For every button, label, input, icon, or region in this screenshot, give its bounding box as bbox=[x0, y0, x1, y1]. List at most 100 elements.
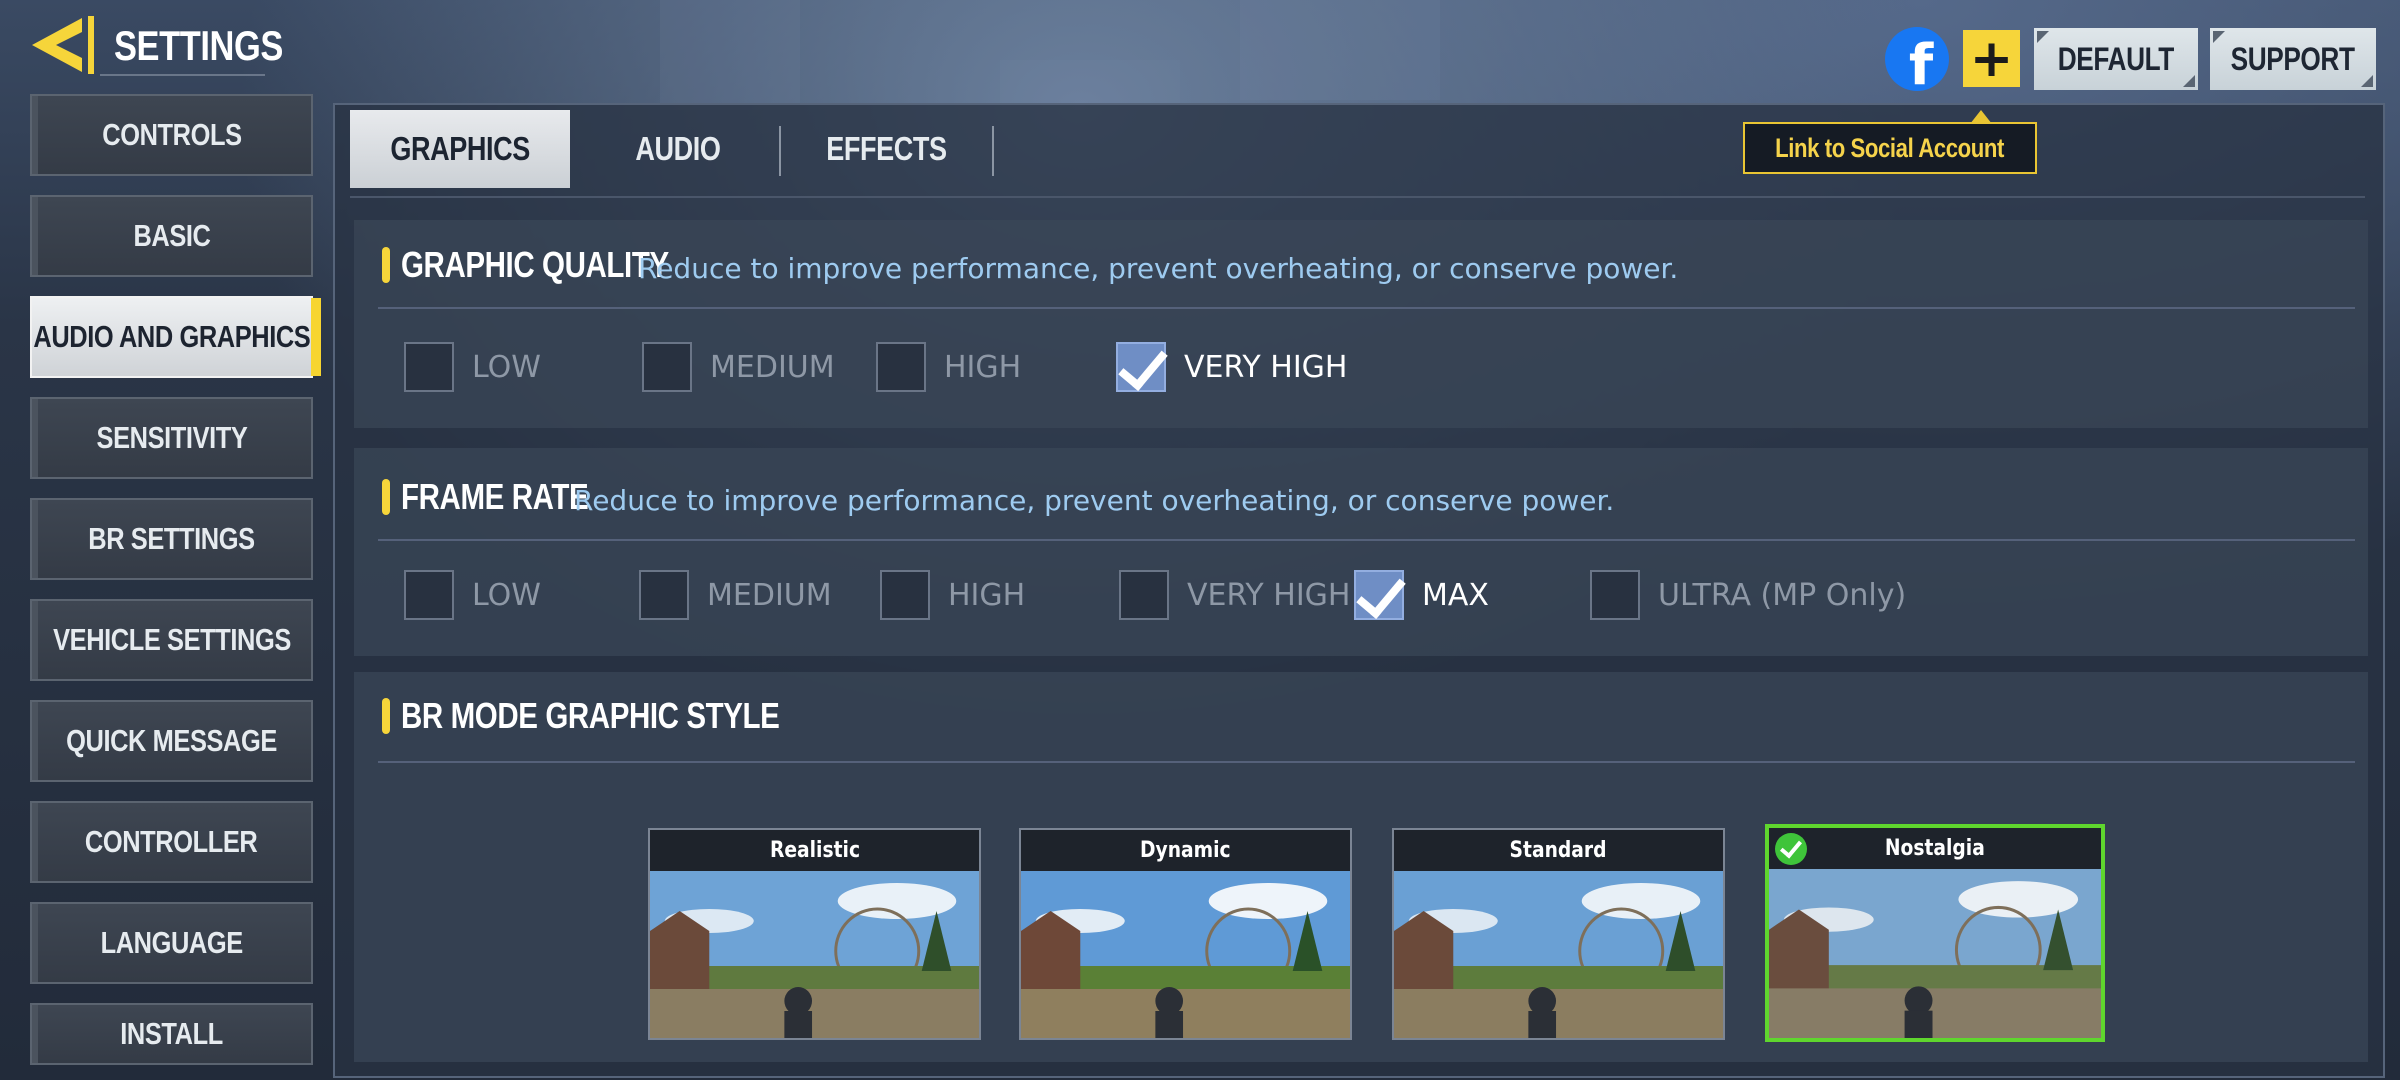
sidebar-item-vehicle-settings[interactable]: VEHICLE SETTINGS bbox=[30, 599, 313, 681]
card-label: Dynamic bbox=[1140, 838, 1231, 863]
style-card-realistic[interactable]: Realistic bbox=[648, 828, 981, 1040]
selected-check-icon bbox=[1775, 833, 1807, 865]
sidebar-item-sensitivity[interactable]: SENSITIVITY bbox=[30, 397, 313, 479]
card-header: Nostalgia bbox=[1769, 828, 2101, 869]
option-label: MEDIUM bbox=[710, 349, 835, 385]
sidebar-item-label: CONTROLLER bbox=[85, 824, 258, 859]
default-button[interactable]: DEFAULT bbox=[2034, 28, 2198, 90]
back-button[interactable] bbox=[26, 14, 96, 76]
sidebar-item-install[interactable]: INSTALL bbox=[30, 1003, 313, 1065]
frame-rate-medium-option[interactable]: MEDIUM bbox=[639, 570, 832, 620]
option-label: MAX bbox=[1422, 577, 1489, 613]
graphic-quality-low-option[interactable]: LOW bbox=[404, 342, 541, 392]
frame-rate-section: FRAME RATE Reduce to improve performance… bbox=[354, 448, 2368, 656]
sidebar-item-label: CONTROLS bbox=[101, 117, 242, 152]
support-button[interactable]: SUPPORT bbox=[2210, 28, 2376, 90]
sidebar-item-basic[interactable]: BASIC bbox=[30, 195, 313, 277]
tab-audio[interactable]: AUDIO bbox=[578, 110, 778, 188]
option-label: VERY HIGH bbox=[1187, 577, 1351, 613]
tab-divider bbox=[779, 126, 781, 176]
option-label: LOW bbox=[472, 577, 541, 613]
option-label: ULTRA (MP Only) bbox=[1658, 577, 1907, 613]
tab-label: GRAPHICS bbox=[390, 130, 530, 167]
section-description: Reduce to improve performance, prevent o… bbox=[574, 484, 1615, 517]
sidebar-item-controls[interactable]: CONTROLS bbox=[30, 94, 313, 176]
style-preview-image bbox=[1769, 869, 2101, 1038]
frame-rate-ultra-option[interactable]: ULTRA (MP Only) bbox=[1590, 570, 1906, 620]
back-arrow-icon bbox=[32, 16, 94, 74]
sidebar-item-audio-and-graphics[interactable]: AUDIO AND GRAPHICS bbox=[30, 296, 321, 378]
checkbox[interactable] bbox=[404, 342, 454, 392]
default-button-label: DEFAULT bbox=[2057, 40, 2175, 77]
page-title: SETTINGS bbox=[114, 22, 283, 69]
frame-rate-high-option[interactable]: HIGH bbox=[880, 570, 1025, 620]
style-preview-image bbox=[1394, 871, 1723, 1038]
style-preview-image bbox=[650, 871, 979, 1038]
card-label: Realistic bbox=[769, 838, 860, 863]
plus-icon: + bbox=[1969, 28, 2014, 89]
checkbox-checked[interactable] bbox=[1116, 342, 1166, 392]
section-divider bbox=[378, 307, 2355, 309]
tab-divider bbox=[992, 126, 994, 176]
tab-graphics[interactable]: GRAPHICS bbox=[350, 110, 570, 188]
sidebar-item-label: AUDIO AND GRAPHICS bbox=[33, 319, 310, 354]
sidebar-item-label: BR SETTINGS bbox=[88, 521, 255, 556]
frame-rate-low-option[interactable]: LOW bbox=[404, 570, 541, 620]
style-card-standard[interactable]: Standard bbox=[1392, 828, 1725, 1040]
option-label: HIGH bbox=[944, 349, 1022, 385]
option-label: MEDIUM bbox=[707, 577, 832, 613]
card-header: Realistic bbox=[650, 830, 979, 871]
graphic-quality-high-option[interactable]: HIGH bbox=[876, 342, 1021, 392]
graphic-quality-section: GRAPHIC QUALITY Reduce to improve perfor… bbox=[354, 220, 2368, 428]
checkbox[interactable] bbox=[639, 570, 689, 620]
section-marker bbox=[382, 479, 390, 515]
background-panel bbox=[1240, 0, 1440, 100]
sidebar-item-language[interactable]: LANGUAGE bbox=[30, 902, 313, 984]
card-header: Dynamic bbox=[1021, 830, 1350, 871]
sidebar-item-label: VEHICLE SETTINGS bbox=[52, 622, 291, 657]
option-label: VERY HIGH bbox=[1184, 349, 1348, 385]
style-preview-image bbox=[1021, 871, 1350, 1038]
section-title: BR MODE GRAPHIC STYLE bbox=[401, 695, 780, 736]
tab-label: EFFECTS bbox=[825, 130, 947, 167]
sidebar-item-label: QUICK MESSAGE bbox=[66, 723, 277, 758]
checkbox[interactable] bbox=[642, 342, 692, 392]
link-social-tooltip: Link to Social Account bbox=[1743, 110, 2037, 174]
style-card-dynamic[interactable]: Dynamic bbox=[1019, 828, 1352, 1040]
frame-rate-very-high-option[interactable]: VERY HIGH bbox=[1119, 570, 1350, 620]
sidebar-item-label: BASIC bbox=[132, 218, 211, 253]
sidebar-item-label: SENSITIVITY bbox=[96, 420, 247, 455]
tooltip-text: Link to Social Account bbox=[1775, 132, 2005, 163]
graphic-quality-very-high-option[interactable]: VERY HIGH bbox=[1116, 342, 1347, 392]
section-title: FRAME RATE bbox=[401, 476, 589, 517]
section-description: Reduce to improve performance, prevent o… bbox=[638, 252, 1679, 285]
title-bar: SETTINGS bbox=[100, 14, 283, 76]
card-header: Standard bbox=[1394, 830, 1723, 871]
section-title: GRAPHIC QUALITY bbox=[401, 244, 669, 285]
card-label: Nostalgia bbox=[1884, 836, 1986, 861]
sidebar-item-br-settings[interactable]: BR SETTINGS bbox=[30, 498, 313, 580]
support-button-label: SUPPORT bbox=[2231, 40, 2355, 77]
checkbox[interactable] bbox=[1590, 570, 1640, 620]
section-divider bbox=[378, 539, 2355, 541]
option-label: LOW bbox=[472, 349, 541, 385]
background-panel bbox=[660, 0, 800, 110]
checkbox[interactable] bbox=[404, 570, 454, 620]
section-marker bbox=[382, 247, 390, 283]
tab-label: AUDIO bbox=[635, 130, 721, 167]
checkbox[interactable] bbox=[876, 342, 926, 392]
tab-effects[interactable]: EFFECTS bbox=[782, 110, 990, 188]
checkbox[interactable] bbox=[880, 570, 930, 620]
link-account-button[interactable]: + bbox=[1963, 30, 2020, 87]
checkbox[interactable] bbox=[1119, 570, 1169, 620]
frame-rate-max-option[interactable]: MAX bbox=[1354, 570, 1489, 620]
checkbox-checked[interactable] bbox=[1354, 570, 1404, 620]
facebook-button[interactable]: f bbox=[1885, 27, 1949, 98]
sidebar-item-quick-message[interactable]: QUICK MESSAGE bbox=[30, 700, 313, 782]
sidebar-item-controller[interactable]: CONTROLLER bbox=[30, 801, 313, 883]
graphic-quality-medium-option[interactable]: MEDIUM bbox=[642, 342, 835, 392]
style-card-nostalgia[interactable]: Nostalgia bbox=[1765, 824, 2105, 1042]
section-divider bbox=[378, 761, 2355, 763]
option-label: HIGH bbox=[948, 577, 1026, 613]
card-label: Standard bbox=[1510, 838, 1607, 863]
